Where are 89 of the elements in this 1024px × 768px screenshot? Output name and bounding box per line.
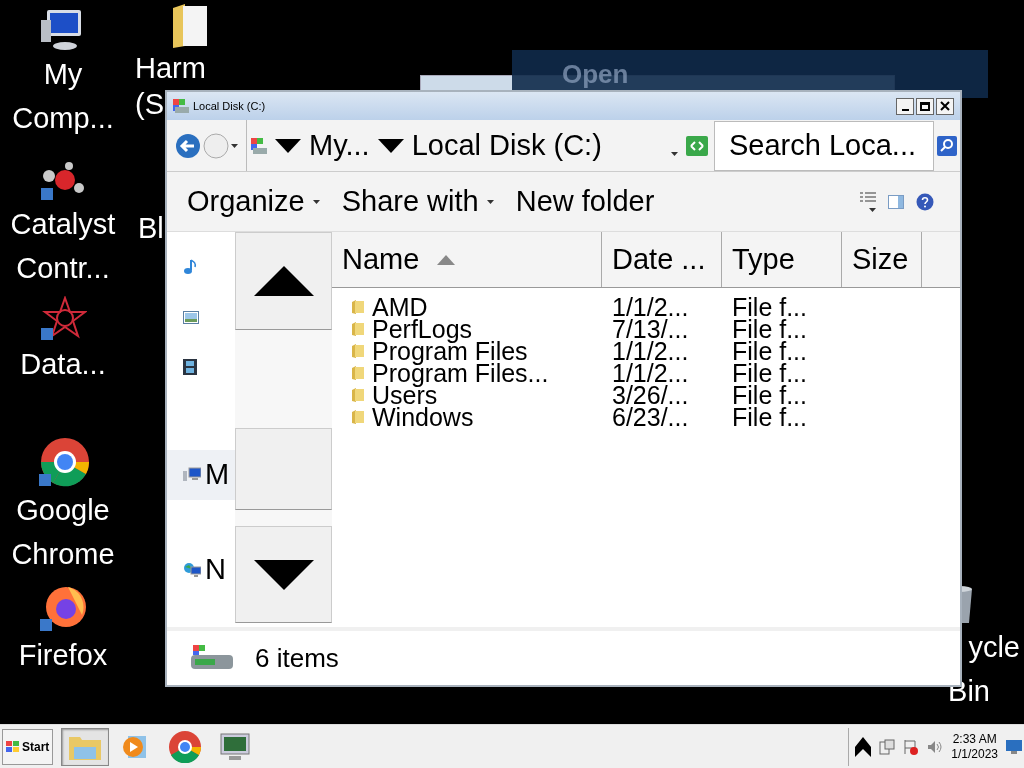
computer-icon	[183, 467, 201, 483]
toolbar-button[interactable]: Organize	[187, 179, 320, 224]
status-text: 6 items	[255, 641, 339, 675]
windows-logo-icon	[6, 740, 20, 753]
search-field[interactable]: Search Loca...	[714, 120, 934, 171]
desktop-icon-label[interactable]: Contr...	[16, 246, 110, 290]
close-button[interactable]	[936, 97, 954, 115]
folder-icon	[352, 344, 364, 358]
media-player-icon	[122, 733, 149, 760]
minimize-button[interactable]	[896, 97, 914, 115]
firefox-icon	[38, 585, 88, 633]
column-header[interactable]: Type	[722, 232, 842, 287]
date-cell-text: 1/1/2...	[611, 296, 690, 318]
preview-pane-icon[interactable]	[888, 194, 904, 209]
desktop-icon-label[interactable]: Data...	[20, 342, 106, 386]
help-icon[interactable]	[916, 192, 934, 211]
desktop-icon-label[interactable]: Catalyst	[10, 202, 116, 246]
column-header[interactable]: Date ...	[602, 232, 722, 287]
folder-icon	[352, 300, 364, 314]
dropdown-arrow-icon[interactable]	[275, 138, 301, 153]
folder-icon	[352, 322, 364, 336]
date-cell-text: 1/1/2...	[611, 340, 690, 362]
file-name[interactable]: AMD	[372, 296, 428, 318]
type-cell-text: File f...	[731, 340, 808, 362]
caret-icon	[671, 151, 678, 156]
refresh-icon[interactable]	[686, 135, 708, 156]
window-title: Open	[562, 57, 629, 91]
window-title: Local Disk (C:)	[193, 98, 266, 114]
folder-icon	[352, 366, 364, 380]
desktop-icon-label[interactable]: Chrome	[11, 532, 115, 576]
flag-icon[interactable]	[903, 738, 920, 755]
up-arrow-icon[interactable]	[855, 736, 872, 757]
column-header[interactable]: Name	[332, 232, 602, 287]
taskbar-button[interactable]	[61, 727, 110, 766]
desktop-icon-label[interactable]: Harm	[135, 50, 206, 86]
star-pattern-icon	[39, 296, 87, 342]
nav-item[interactable]: N	[167, 550, 235, 590]
film-icon	[183, 359, 197, 375]
desktop-icon-label[interactable]: Firefox	[18, 633, 108, 677]
breadcrumb-item[interactable]: My...	[309, 123, 370, 168]
chrome-icon	[37, 438, 89, 488]
desktop-icon-label[interactable]: Google	[16, 488, 110, 532]
type-cell-text: File f...	[731, 384, 808, 406]
caret-icon	[231, 143, 238, 148]
nav-item[interactable]: M	[167, 450, 235, 500]
date-cell-text: 6/23/...	[611, 406, 690, 428]
date-cell-text: 3/26/...	[611, 384, 690, 406]
down-triangle-icon	[253, 559, 314, 590]
file-name[interactable]: Windows	[372, 406, 474, 428]
date-cell-text: 7/13/...	[611, 318, 690, 340]
close-icon	[940, 101, 950, 111]
scrollbar-track[interactable]	[235, 510, 332, 526]
folder-icon	[352, 410, 364, 424]
up-triangle-icon	[253, 266, 314, 296]
desktop-icon-label[interactable]: ycle	[968, 625, 1020, 669]
search-icon[interactable]	[937, 135, 957, 156]
caret-icon	[869, 207, 876, 212]
monitor-icon	[219, 731, 252, 762]
network-globe-icon	[183, 562, 201, 578]
view-list-icon[interactable]	[860, 191, 876, 204]
drive-icon	[251, 137, 267, 154]
drive-icon	[189, 645, 235, 671]
toolbar-button[interactable]: New folder	[515, 179, 655, 224]
scrollbar-thumb[interactable]	[235, 428, 332, 510]
date-cell-text: 1/1/2...	[611, 362, 690, 384]
folder-icon	[352, 388, 364, 402]
music-note-icon	[183, 259, 197, 275]
desktop-icon-label[interactable]: My	[43, 52, 83, 96]
start-button[interactable]: Start	[2, 728, 54, 765]
toolbar-button[interactable]: Share with	[341, 179, 494, 224]
desktop-icon-label[interactable]: (S	[135, 86, 164, 122]
drive-icon	[173, 99, 189, 113]
dropdown-arrow-icon[interactable]	[377, 138, 404, 153]
desktop-icon-label[interactable]: Comp...	[12, 96, 114, 140]
type-cell-text: File f...	[731, 406, 808, 428]
clock[interactable]: 2:33 AM 1/1/2023	[951, 731, 998, 762]
scroll-up-button[interactable]	[235, 232, 332, 330]
molecule-icon	[39, 160, 87, 202]
type-cell-text: File f...	[731, 296, 808, 318]
show-desktop-icon[interactable]	[1006, 739, 1022, 754]
chrome-icon	[169, 730, 202, 763]
breadcrumb-item[interactable]: Local Disk (C:)	[411, 123, 602, 168]
type-cell-text: File f...	[731, 362, 808, 384]
scroll-down-button[interactable]	[235, 526, 332, 623]
column-header[interactable]: Size	[842, 232, 922, 287]
picture-icon	[183, 310, 199, 324]
type-cell-text: File f...	[731, 318, 808, 340]
desktop-icon-label[interactable]: Bl	[138, 206, 164, 250]
maximize-button[interactable]	[916, 97, 934, 115]
